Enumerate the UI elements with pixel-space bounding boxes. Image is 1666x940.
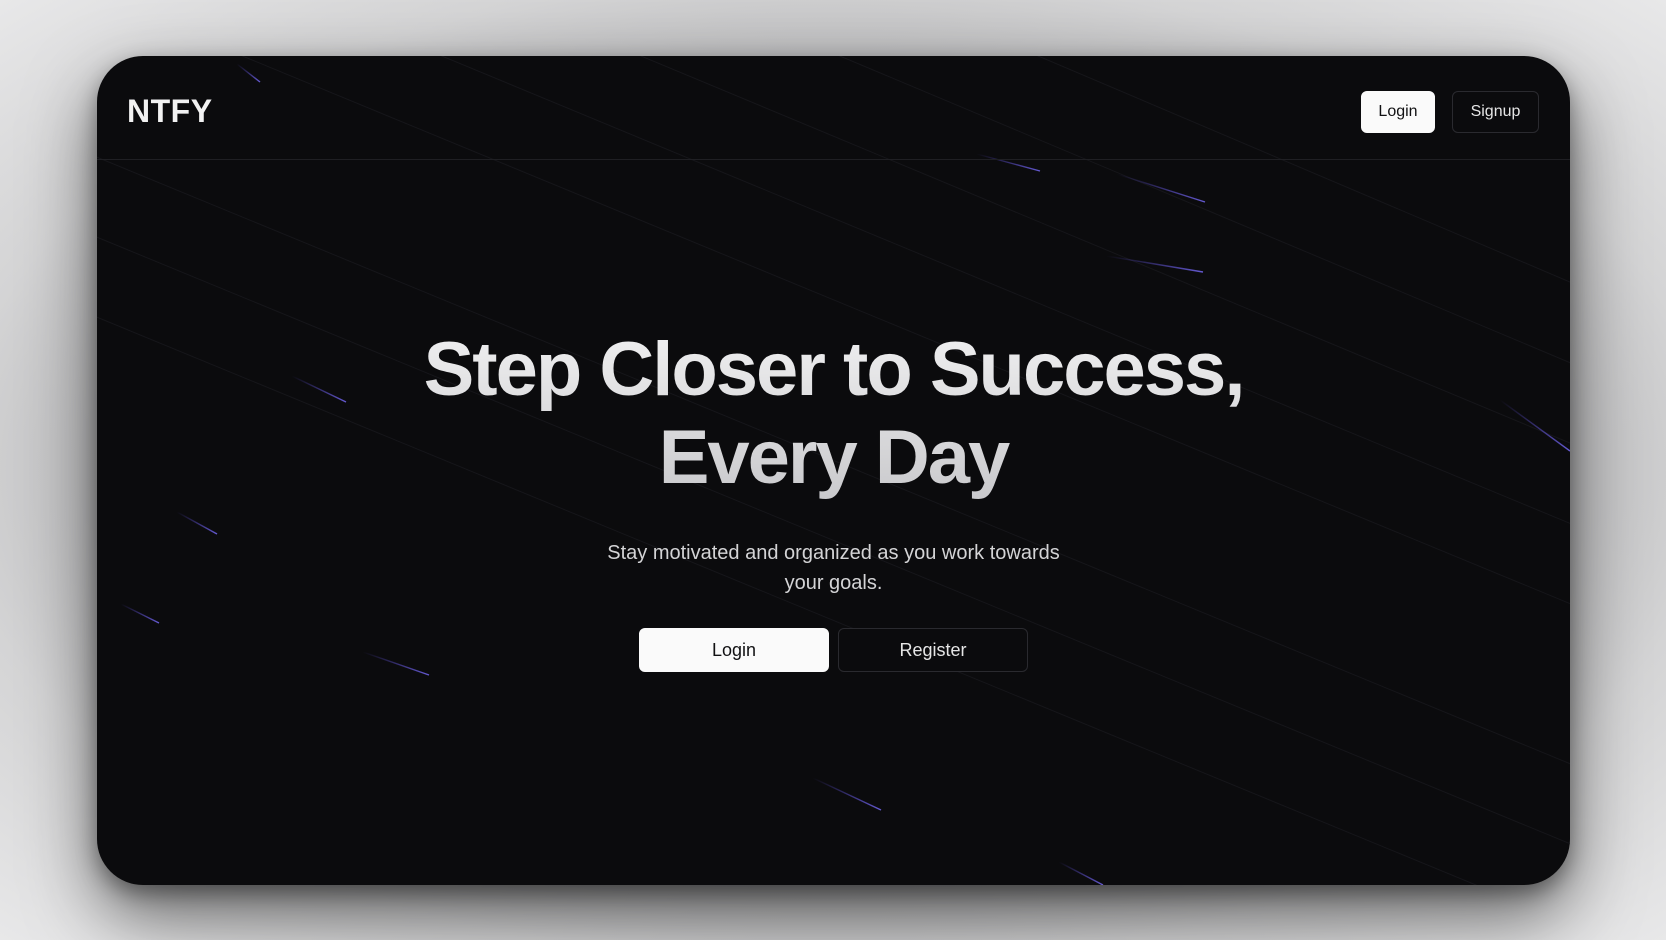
hero-login-button[interactable]: Login xyxy=(639,628,829,672)
hero-actions: Login Register xyxy=(97,628,1570,672)
top-navbar: NTFY Login Signup xyxy=(97,56,1570,160)
nav-login-button[interactable]: Login xyxy=(1361,91,1435,133)
hero-section: Step Closer to Success, Every Day Stay m… xyxy=(97,326,1570,672)
hero-title-line-1: Step Closer to Success, xyxy=(423,327,1244,412)
hero-title-line-2: Every Day xyxy=(658,415,1009,500)
hero-subtitle: Stay motivated and organized as you work… xyxy=(607,542,1060,594)
streak-line xyxy=(812,777,882,811)
streak-line xyxy=(1116,173,1206,203)
brand-logo[interactable]: NTFY xyxy=(127,92,213,130)
hero-register-button[interactable]: Register xyxy=(838,628,1028,672)
nav-signup-button[interactable]: Signup xyxy=(1452,91,1539,133)
app-window: NTFY Login Signup Step Closer to Success… xyxy=(97,56,1570,885)
streak-line xyxy=(1058,861,1104,885)
screenshot-frame: NTFY Login Signup Step Closer to Success… xyxy=(0,0,1666,940)
hero-title: Step Closer to Success, Every Day xyxy=(97,326,1570,502)
streak-line xyxy=(1106,255,1204,273)
